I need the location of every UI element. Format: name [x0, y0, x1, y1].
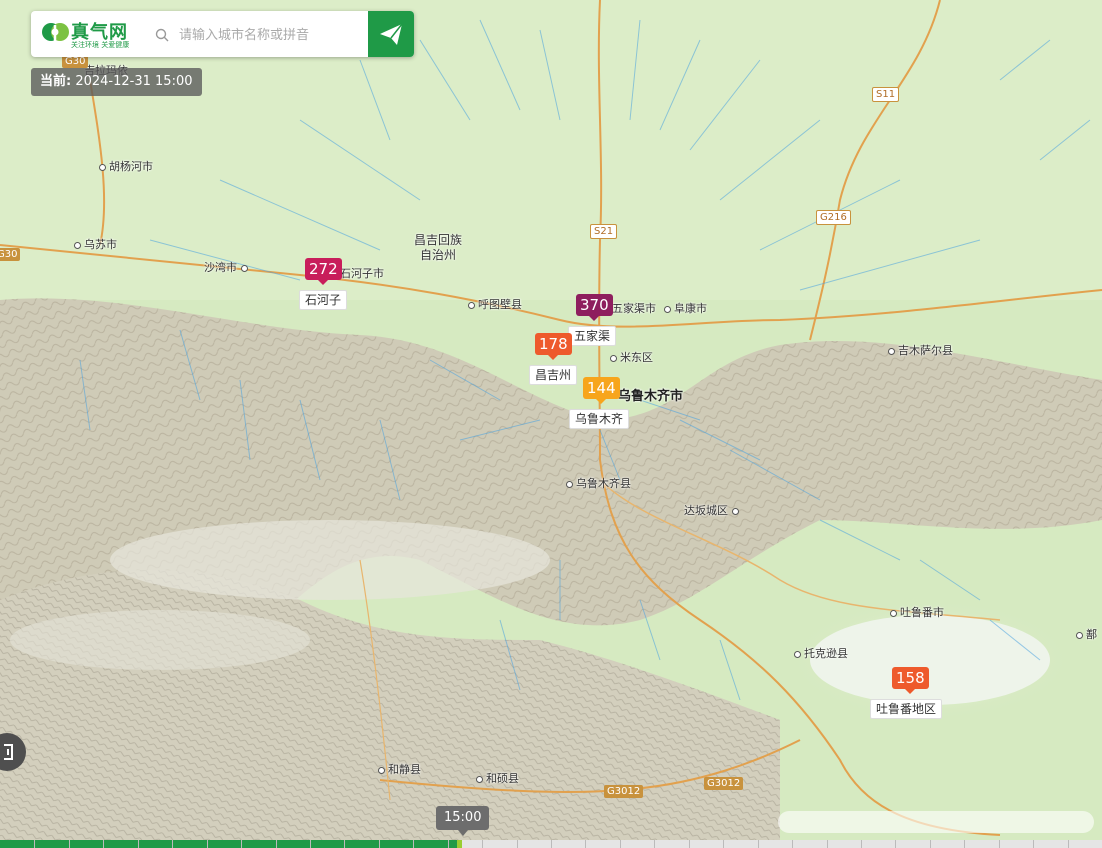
- place-label: 胡杨河市: [99, 158, 153, 174]
- timeline-tick: [378, 840, 380, 848]
- place-label: 达坂城区: [684, 502, 742, 518]
- timeline-tick: [688, 840, 690, 848]
- paper-plane-icon: [380, 23, 403, 45]
- place-label: 吉木萨尔县: [888, 342, 953, 358]
- highway-shield: S11: [872, 87, 900, 102]
- place-label: 吐鲁番市: [890, 604, 944, 620]
- highway-shield: S21: [590, 224, 618, 239]
- highway-shield: G216: [816, 210, 851, 225]
- timeline-tick: [757, 840, 759, 848]
- timeline-tick: [344, 840, 346, 848]
- timeline-tick: [1033, 840, 1035, 848]
- map-canvas[interactable]: [0, 0, 1102, 848]
- current-time-prefix: 当前:: [40, 74, 72, 89]
- timeline-tick: [654, 840, 656, 848]
- logo[interactable]: 真气网 关注环境 关爱健康: [41, 19, 141, 51]
- timeline-tick: [929, 840, 931, 848]
- place-label: 阜康市: [664, 300, 707, 316]
- station-label[interactable]: 石河子: [299, 290, 348, 310]
- timeline-tick: [723, 840, 725, 848]
- timeline-tick: [1067, 840, 1069, 848]
- aqi-marker[interactable]: 178: [535, 333, 572, 360]
- timeline-handle[interactable]: [457, 840, 463, 848]
- timeline-tick: [619, 840, 621, 848]
- timeline-tick: [103, 840, 105, 848]
- place-label: 和硕县: [476, 770, 519, 786]
- timeline-tick: [826, 840, 828, 848]
- aqi-marker[interactable]: 370: [576, 294, 613, 321]
- search-icon: [155, 28, 169, 42]
- timeline-tick: [447, 840, 449, 848]
- timeline-tick: [275, 840, 277, 848]
- timeline-tick: [34, 840, 36, 848]
- timeline-tick: [998, 840, 1000, 848]
- place-label: 沙湾市: [204, 259, 251, 275]
- search-input[interactable]: [177, 19, 366, 51]
- timeline-bar[interactable]: [0, 840, 1102, 848]
- timeline-tick: [585, 840, 587, 848]
- timeline-controls[interactable]: [778, 811, 1094, 833]
- timeline-tick: [413, 840, 415, 848]
- control-icon: [4, 744, 13, 760]
- aqi-marker[interactable]: 144: [583, 377, 620, 404]
- highway-shield: G3012: [704, 777, 744, 790]
- logo-leaf-icon: [42, 23, 69, 49]
- place-label: 呼图壁县: [468, 296, 522, 312]
- timeline-tick: [68, 840, 70, 848]
- station-label[interactable]: 乌鲁木齐: [569, 409, 630, 429]
- timeline-tick: [137, 840, 139, 848]
- timeline-tick: [206, 840, 208, 848]
- timeline-time-bubble: 15:00: [436, 806, 490, 836]
- current-time-label: 当前: 2024-12-31 15:00: [31, 68, 202, 96]
- highway-shield: G30: [0, 248, 21, 261]
- station-label[interactable]: 吐鲁番地区: [870, 699, 943, 719]
- send-button[interactable]: [368, 11, 414, 57]
- search-bar: 真气网 关注环境 关爱健康: [31, 11, 414, 57]
- timeline-tick: [792, 840, 794, 848]
- highway-shield: G3012: [604, 785, 644, 798]
- timeline-tick: [895, 840, 897, 848]
- place-label: 米东区: [610, 349, 653, 365]
- place-label: 石河子市: [340, 267, 384, 280]
- station-label[interactable]: 昌吉州: [529, 365, 578, 385]
- place-label: 和静县: [378, 761, 421, 777]
- timeline-tick: [551, 840, 552, 848]
- station-label[interactable]: 五家渠: [568, 326, 617, 346]
- place-label: 五家渠市: [612, 302, 656, 315]
- aqi-marker[interactable]: 272: [305, 258, 342, 285]
- region-label: 昌吉回族 自治州: [414, 233, 463, 262]
- place-label-capital: 乌鲁木齐市: [618, 389, 684, 404]
- timeline-tick: [172, 840, 174, 848]
- aqi-marker[interactable]: 158: [892, 667, 929, 694]
- place-label: 鄯: [1076, 626, 1097, 642]
- logo-slogan: 关注环境 关爱健康: [71, 41, 130, 49]
- timeline-tick: [309, 840, 311, 848]
- timeline-tick: [516, 840, 518, 848]
- current-time-value: 2024-12-31 15:00: [75, 74, 193, 89]
- place-label: 托克逊县: [794, 645, 848, 661]
- place-label: 乌鲁木齐县: [566, 475, 631, 491]
- timeline-tick: [482, 840, 484, 848]
- timeline-tick: [964, 840, 966, 848]
- play-control-button[interactable]: [0, 733, 26, 771]
- timeline-tick: [241, 840, 243, 848]
- place-label: 乌苏市: [74, 236, 117, 252]
- timeline-tick: [860, 840, 862, 848]
